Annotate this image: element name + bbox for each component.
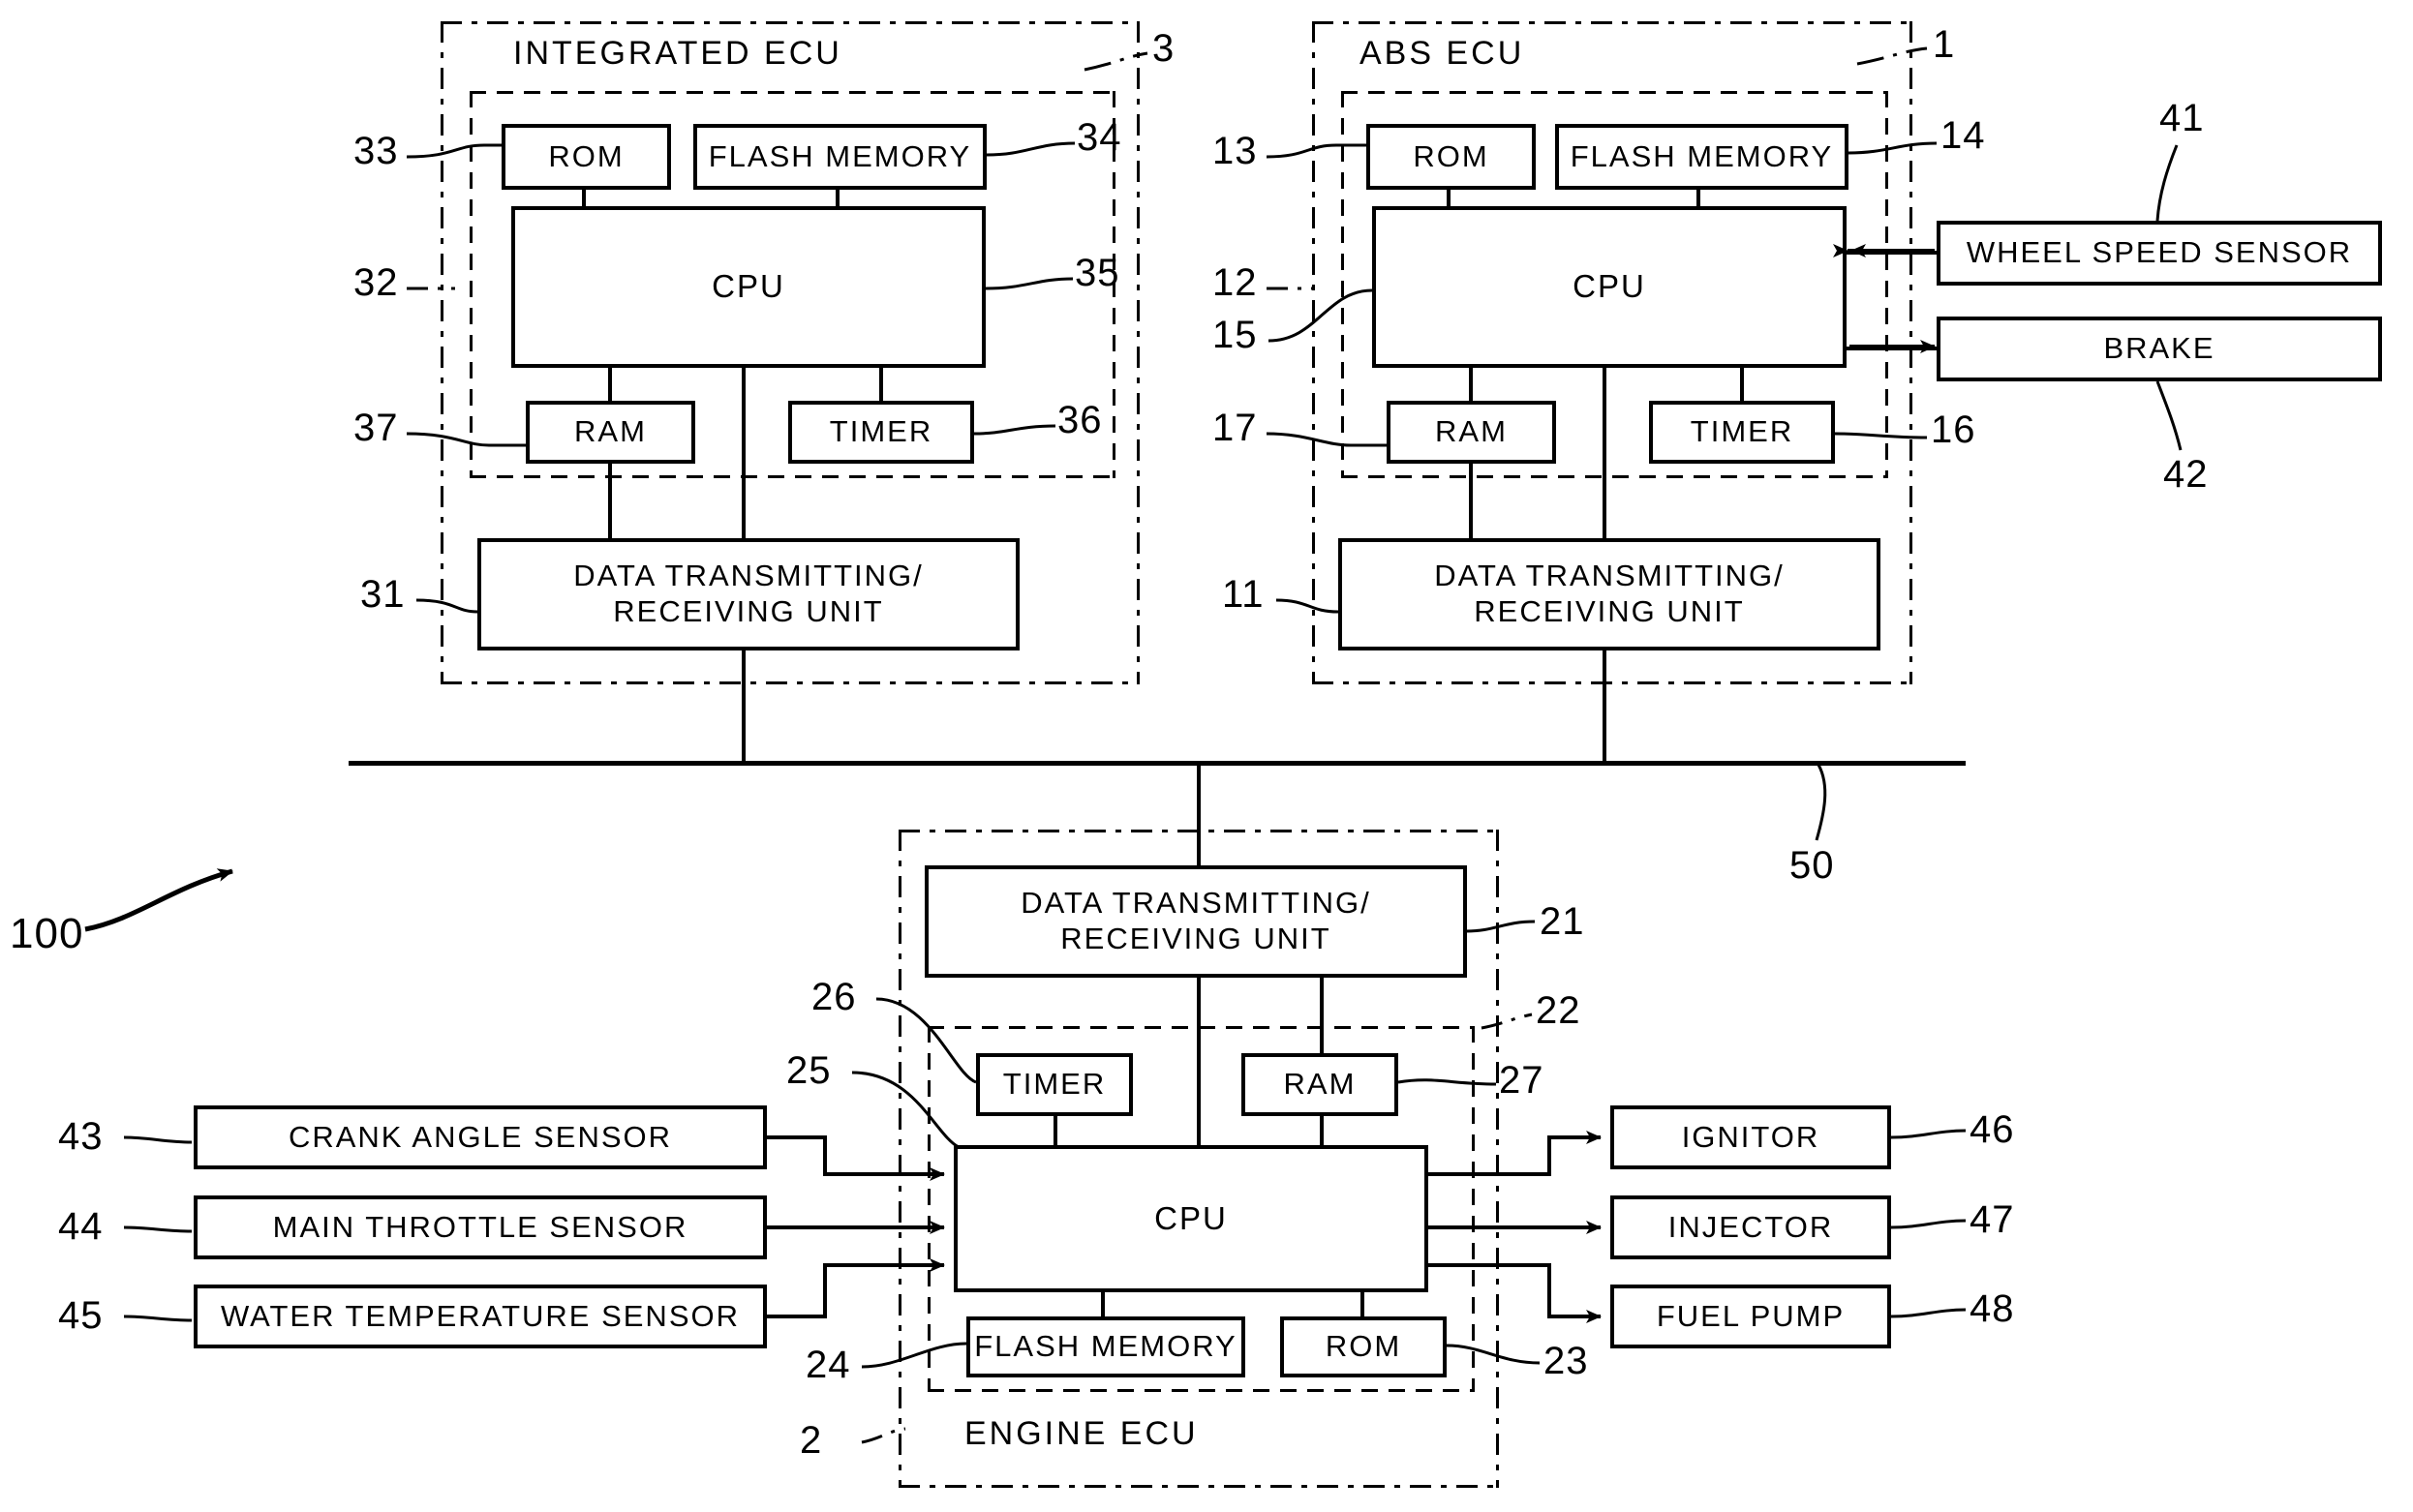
ref-32: 32	[353, 261, 399, 304]
water-temperature-sensor-box: WATER TEMPERATURE SENSOR	[194, 1285, 767, 1348]
wire-int-cpu-ram	[608, 368, 612, 401]
engine-ecu-title: ENGINE ECU	[964, 1415, 1199, 1452]
ref-100: 100	[10, 910, 84, 957]
ref-44: 44	[58, 1205, 104, 1248]
wire-cpu-to-brake	[1847, 347, 1937, 350]
integrated-ecu-flash-memory: FLASH MEMORY	[693, 124, 987, 190]
communication-bus-line	[349, 761, 1966, 766]
wire-abs-flash-cpu	[1696, 190, 1700, 207]
engine-ecu-flash-memory: FLASH MEMORY	[966, 1316, 1245, 1377]
wire-int-cpu-timer	[879, 368, 883, 401]
wire-int-comm-bus	[742, 650, 746, 763]
wire-abs-comm-bus	[1603, 650, 1606, 763]
ref-33: 33	[353, 130, 399, 172]
ref-45: 45	[58, 1294, 104, 1337]
wire-wheelspeed-to-cpu	[1847, 251, 1937, 255]
ref-16: 16	[1931, 408, 1976, 451]
engine-ecu-rom: ROM	[1280, 1316, 1447, 1377]
ref-24: 24	[806, 1344, 851, 1386]
wire-int-flash-cpu	[836, 190, 840, 207]
ref-34: 34	[1077, 116, 1122, 159]
ref-50: 50	[1789, 844, 1835, 887]
ref-1: 1	[1933, 23, 1956, 66]
ref-48: 48	[1970, 1287, 2015, 1330]
ref-3: 3	[1152, 27, 1176, 70]
wire-abs-cpu-timer	[1740, 368, 1744, 401]
engine-ecu-comm-line1: DATA TRANSMITTING/	[1021, 886, 1371, 921]
ref-27: 27	[1499, 1059, 1544, 1102]
ref-21: 21	[1540, 900, 1585, 943]
ref-13: 13	[1212, 130, 1258, 172]
ref-2: 2	[800, 1419, 823, 1462]
abs-ecu-ram: RAM	[1387, 401, 1556, 464]
wire-engine-comm-cpu	[1197, 978, 1201, 1145]
ref-25: 25	[786, 1049, 832, 1092]
ref-47: 47	[1970, 1198, 2015, 1241]
wire-abs-ram-comm	[1469, 464, 1473, 538]
abs-ecu-timer: TIMER	[1649, 401, 1835, 464]
wire-abs-cpu-comm	[1603, 368, 1606, 538]
ref-11: 11	[1222, 573, 1265, 616]
ref-22: 22	[1536, 989, 1581, 1032]
integrated-ecu-comm-line2: RECEIVING UNIT	[613, 594, 884, 628]
integrated-ecu-comm-unit: DATA TRANSMITTING/ RECEIVING UNIT	[477, 538, 1020, 650]
integrated-ecu-timer: TIMER	[788, 401, 974, 464]
ref-41: 41	[2159, 97, 2205, 139]
engine-ecu-comm-unit: DATA TRANSMITTING/ RECEIVING UNIT	[925, 865, 1467, 978]
ref-46: 46	[1970, 1108, 2015, 1151]
abs-ecu-flash-memory: FLASH MEMORY	[1555, 124, 1848, 190]
wire-engine-cpu-rom	[1360, 1292, 1364, 1316]
abs-ecu-rom: ROM	[1366, 124, 1536, 190]
wire-abs-cpu-ram	[1469, 368, 1473, 401]
crank-angle-sensor-box: CRANK ANGLE SENSOR	[194, 1105, 767, 1169]
ref-14: 14	[1940, 114, 1986, 157]
engine-ecu-cpu: CPU	[954, 1145, 1428, 1292]
ref-15: 15	[1212, 314, 1258, 356]
ref-23: 23	[1543, 1340, 1589, 1382]
wire-engine-timer-cpu	[1054, 1116, 1057, 1145]
abs-ecu-comm-line2: RECEIVING UNIT	[1474, 594, 1745, 628]
ref-36: 36	[1057, 399, 1103, 441]
integrated-ecu-rom: ROM	[502, 124, 671, 190]
abs-ecu-title: ABS ECU	[1359, 35, 1525, 72]
wire-engine-ram-cpu	[1320, 1116, 1324, 1145]
wire-engine-cpu-flash	[1101, 1292, 1105, 1316]
engine-ecu-comm-line2: RECEIVING UNIT	[1060, 922, 1331, 955]
integrated-ecu-cpu: CPU	[511, 206, 986, 368]
wire-engine-comm-ram	[1320, 978, 1324, 1053]
brake-box: BRAKE	[1937, 317, 2382, 381]
ignitor-box: IGNITOR	[1610, 1105, 1891, 1169]
integrated-ecu-ram: RAM	[526, 401, 695, 464]
ref-43: 43	[58, 1115, 104, 1158]
wire-abs-rom-cpu	[1447, 190, 1451, 207]
wire-int-rom-cpu	[582, 190, 586, 207]
ref-37: 37	[353, 407, 399, 449]
ref-17: 17	[1212, 407, 1258, 449]
engine-ecu-timer: TIMER	[976, 1053, 1133, 1116]
ref-35: 35	[1075, 252, 1120, 294]
wire-bus-to-engine-comm	[1197, 763, 1201, 865]
wheel-speed-sensor-box: WHEEL SPEED SENSOR	[1937, 221, 2382, 286]
ref-31: 31	[360, 573, 406, 616]
main-throttle-sensor-box: MAIN THROTTLE SENSOR	[194, 1195, 767, 1259]
ref-12: 12	[1212, 261, 1258, 304]
abs-ecu-comm-unit: DATA TRANSMITTING/ RECEIVING UNIT	[1338, 538, 1880, 650]
injector-box: INJECTOR	[1610, 1195, 1891, 1259]
abs-ecu-comm-line1: DATA TRANSMITTING/	[1434, 559, 1785, 593]
integrated-ecu-comm-line1: DATA TRANSMITTING/	[573, 559, 924, 593]
abs-ecu-cpu: CPU	[1372, 206, 1847, 368]
wire-int-cpu-comm	[742, 368, 746, 538]
fuel-pump-box: FUEL PUMP	[1610, 1285, 1891, 1348]
wire-int-ram-comm	[608, 464, 612, 538]
patent-figure-canvas: INTEGRATED ECU ROM FLASH MEMORY CPU RAM …	[0, 0, 2413, 1512]
ref-42: 42	[2163, 453, 2209, 496]
engine-ecu-ram: RAM	[1241, 1053, 1398, 1116]
integrated-ecu-title: INTEGRATED ECU	[513, 35, 842, 72]
ref-26: 26	[811, 976, 857, 1018]
